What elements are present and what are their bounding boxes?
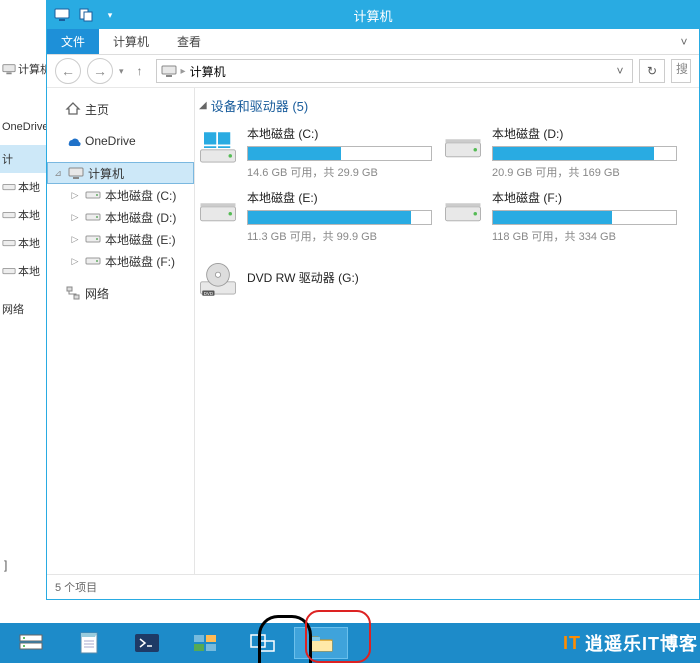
bg-nav-drive[interactable]: 本地 xyxy=(0,201,46,229)
qat-computer-icon[interactable] xyxy=(51,5,73,25)
taskbar-config[interactable] xyxy=(178,627,232,659)
drive-os-icon xyxy=(197,127,239,169)
drive-f-free: 118 GB 可用，共 334 GB xyxy=(492,228,677,244)
drive-f-label: 本地磁盘 (F:) xyxy=(492,189,677,206)
drive-icon xyxy=(197,191,239,233)
navigation-bar: ← → ▾ ↑ ▸ 计算机 ˅ ↻ 搜 xyxy=(47,55,699,88)
taskbar-task-view[interactable] xyxy=(236,627,290,659)
address-bar[interactable]: ▸ 计算机 ˅ xyxy=(156,59,633,83)
drive-d-label: 本地磁盘 (D:) xyxy=(492,125,677,142)
watermark: IT逍遥乐IT博客 xyxy=(563,630,700,656)
expand-icon[interactable]: ▷ xyxy=(69,190,81,201)
breadcrumb-sep-icon[interactable]: ▸ xyxy=(181,66,186,77)
status-bar: 5 个项目 xyxy=(47,574,699,599)
tree-network[interactable]: 网络 xyxy=(47,282,194,304)
bg-nav-drive[interactable]: 本地 xyxy=(0,229,46,257)
tree-drive-e[interactable]: ▷本地磁盘 (E:) xyxy=(47,228,194,250)
drive-icon xyxy=(85,231,101,247)
bg-nav-computer[interactable]: 计算机 xyxy=(0,55,46,83)
drive-dvd[interactable]: DVD DVD RW 驱动器 (G:) xyxy=(197,257,442,301)
taskbar-server-manager[interactable] xyxy=(4,627,58,659)
tree-computer-label: 计算机 xyxy=(88,165,124,182)
drive-e-bar xyxy=(247,210,432,225)
expand-icon[interactable]: ▷ xyxy=(69,256,81,267)
collapse-icon[interactable]: ◢ xyxy=(199,100,207,111)
tab-view[interactable]: 查看 xyxy=(163,29,215,54)
nav-recent-icon[interactable]: ▾ xyxy=(119,66,124,77)
group-header-label: 设备和驱动器 (5) xyxy=(211,96,309,115)
bg-nav-onedrive[interactable]: OneDrive xyxy=(0,115,46,139)
drive-icon xyxy=(85,253,101,269)
drive-c-free: 14.6 GB 可用，共 29.9 GB xyxy=(247,164,432,180)
status-item-count: 5 个项目 xyxy=(55,579,97,595)
dvd-icon: DVD xyxy=(197,259,239,301)
computer-icon xyxy=(161,63,177,79)
tree-drive-d[interactable]: ▷本地磁盘 (D:) xyxy=(47,206,194,228)
tree-computer[interactable]: ⊿ 计算机 xyxy=(47,162,194,184)
qat-properties-icon[interactable] xyxy=(75,5,97,25)
bg-nav-drive[interactable]: 本地 xyxy=(0,257,46,285)
background-nav: 计算机 OneDrive 计 本地 本地 本地 本地 网络 ] xyxy=(0,0,47,600)
drive-dvd-label: DVD RW 驱动器 (G:) xyxy=(247,269,359,286)
drive-c-label: 本地磁盘 (C:) xyxy=(247,125,432,142)
drive-e-free: 11.3 GB 可用，共 99.9 GB xyxy=(247,228,432,244)
address-dropdown-icon[interactable]: ˅ xyxy=(612,64,628,78)
drive-c[interactable]: 本地磁盘 (C:) 14.6 GB 可用，共 29.9 GB xyxy=(197,125,442,181)
tree-network-label: 网络 xyxy=(85,285,109,302)
drive-d-bar xyxy=(492,146,677,161)
explorer-window: ▾ 计算机 文件 计算机 查看 ˅ ← → ▾ ↑ ▸ 计算机 ˅ ↻ 搜 主页 xyxy=(46,0,700,600)
drives-list: 本地磁盘 (C:) 14.6 GB 可用，共 29.9 GB 本地磁盘 (D:)… xyxy=(195,125,699,301)
drive-icon xyxy=(85,187,101,203)
expand-icon[interactable]: ▷ xyxy=(69,212,81,223)
expand-icon[interactable]: ▷ xyxy=(69,234,81,245)
search-input[interactable]: 搜 xyxy=(671,59,691,83)
nav-forward-button[interactable]: → xyxy=(87,58,113,84)
group-header[interactable]: ◢ 设备和驱动器 (5) xyxy=(195,88,699,125)
svg-text:DVD: DVD xyxy=(204,291,213,296)
titlebar[interactable]: ▾ 计算机 xyxy=(47,1,699,29)
drive-e-label: 本地磁盘 (E:) xyxy=(247,189,432,206)
taskbar: IT逍遥乐IT博客 xyxy=(0,623,700,663)
nav-tree: 主页 OneDrive ⊿ 计算机 ▷本地磁盘 (C:) ▷本地磁盘 (D:) … xyxy=(47,88,195,574)
collapse-icon[interactable]: ⊿ xyxy=(52,168,64,179)
bg-nav-drive[interactable]: 本地 xyxy=(0,173,46,201)
tab-file[interactable]: 文件 xyxy=(47,29,99,54)
computer-icon xyxy=(68,165,84,181)
tree-drive-f[interactable]: ▷本地磁盘 (F:) xyxy=(47,250,194,272)
tree-drive-c[interactable]: ▷本地磁盘 (C:) xyxy=(47,184,194,206)
drive-c-bar xyxy=(247,146,432,161)
bg-nav-network[interactable]: 网络 xyxy=(0,295,46,323)
bg-nav-computer-2[interactable]: 计 xyxy=(0,145,46,173)
ribbon-tabs: 文件 计算机 查看 ˅ xyxy=(47,29,699,55)
tree-onedrive-label: OneDrive xyxy=(85,134,136,148)
network-icon xyxy=(65,285,81,301)
taskbar-powershell[interactable] xyxy=(120,627,174,659)
drive-icon xyxy=(85,209,101,225)
qat-dropdown-icon[interactable]: ▾ xyxy=(99,5,121,25)
breadcrumb-computer[interactable]: 计算机 xyxy=(190,63,226,80)
drive-d-free: 20.9 GB 可用，共 169 GB xyxy=(492,164,677,180)
taskbar-explorer[interactable] xyxy=(294,627,348,659)
home-icon xyxy=(65,101,81,117)
drive-d[interactable]: 本地磁盘 (D:) 20.9 GB 可用，共 169 GB xyxy=(442,125,687,181)
drive-icon xyxy=(442,191,484,233)
drive-e[interactable]: 本地磁盘 (E:) 11.3 GB 可用，共 99.9 GB xyxy=(197,189,442,245)
tree-onedrive[interactable]: OneDrive xyxy=(47,130,194,152)
tree-home-label: 主页 xyxy=(85,101,109,118)
taskbar-notepad[interactable] xyxy=(62,627,116,659)
tab-computer[interactable]: 计算机 xyxy=(99,29,163,54)
tree-home[interactable]: 主页 xyxy=(47,98,194,120)
nav-back-button[interactable]: ← xyxy=(55,58,81,84)
drive-f[interactable]: 本地磁盘 (F:) 118 GB 可用，共 334 GB xyxy=(442,189,687,245)
content-pane: ◢ 设备和驱动器 (5) 本地磁盘 (C:) 14.6 GB 可用，共 29.9… xyxy=(195,88,699,574)
refresh-button[interactable]: ↻ xyxy=(639,59,665,83)
drive-f-bar xyxy=(492,210,677,225)
onedrive-icon xyxy=(65,133,81,149)
drive-icon xyxy=(442,127,484,169)
nav-up-button[interactable]: ↑ xyxy=(130,61,150,81)
window-title: 计算机 xyxy=(47,6,699,25)
ribbon-expand-icon[interactable]: ˅ xyxy=(669,29,699,54)
